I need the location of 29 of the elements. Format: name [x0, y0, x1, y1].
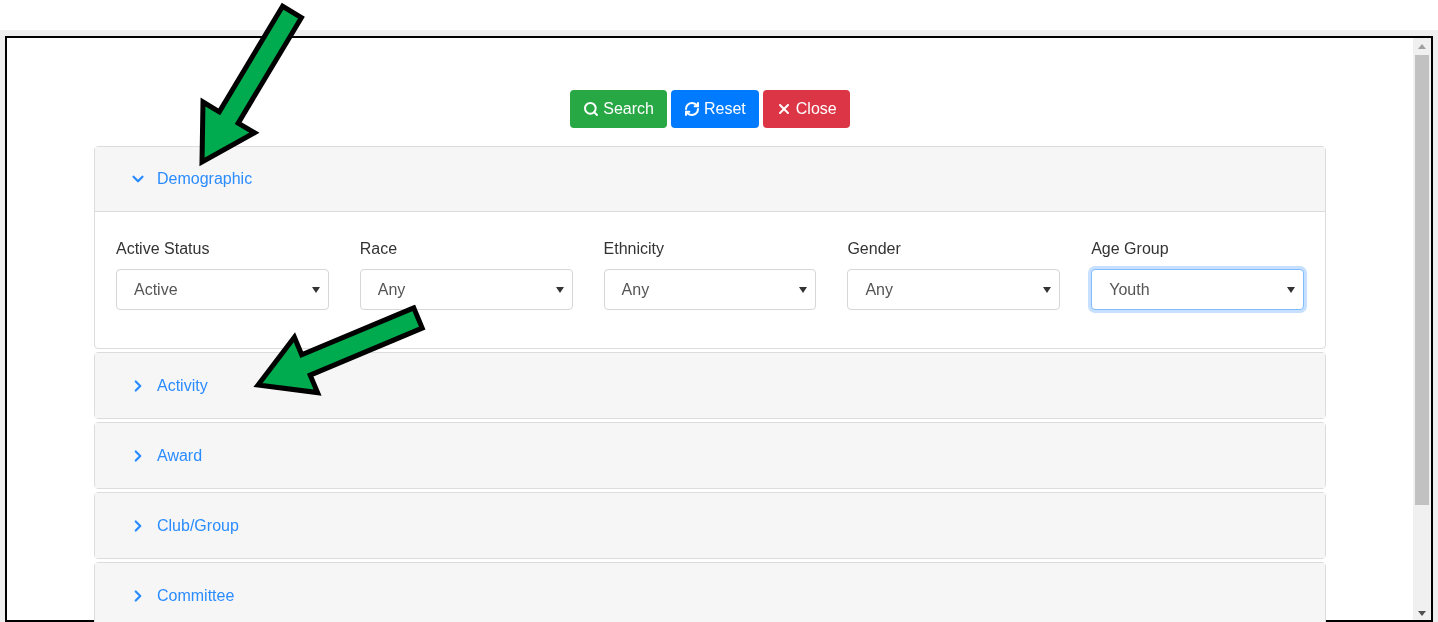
dropdown-caret-icon — [555, 286, 564, 293]
dropdown-caret-icon — [1287, 286, 1295, 293]
select-field[interactable]: Any — [847, 269, 1061, 310]
accordion-header[interactable]: Activity — [95, 353, 1325, 418]
field-label: Ethnicity — [603, 239, 666, 259]
select-field[interactable]: Youth — [1091, 269, 1304, 310]
scrollbar-thumb[interactable] — [1415, 55, 1429, 505]
field-label: Age Group — [1091, 239, 1170, 259]
reset-button[interactable]: Reset — [671, 90, 759, 128]
search-button[interactable]: Search — [570, 90, 667, 128]
dropdown-caret-icon — [311, 286, 320, 293]
search-icon — [583, 101, 600, 117]
dropdown-caret-icon — [799, 286, 808, 293]
field-label: Race — [359, 239, 399, 259]
select-field[interactable]: Any — [359, 269, 573, 310]
field-label: Gender — [847, 239, 902, 259]
accordion-header[interactable]: Award — [95, 423, 1325, 488]
accordion-header[interactable]: Committee — [95, 563, 1325, 622]
scroll-up-icon[interactable] — [1418, 44, 1426, 49]
accordion-header[interactable]: Club/Group — [95, 493, 1325, 558]
refresh-icon — [684, 101, 700, 117]
field-label: Active Status — [116, 239, 211, 259]
accordion-header[interactable]: Demographic — [95, 147, 1325, 212]
dropdown-caret-icon — [1043, 286, 1052, 293]
scroll-down-icon[interactable] — [1418, 611, 1426, 616]
scrollbar[interactable] — [1413, 38, 1431, 620]
close-button[interactable]: Close — [762, 90, 850, 128]
select-field[interactable]: Any — [603, 269, 817, 310]
select-field[interactable]: Active — [116, 269, 329, 310]
